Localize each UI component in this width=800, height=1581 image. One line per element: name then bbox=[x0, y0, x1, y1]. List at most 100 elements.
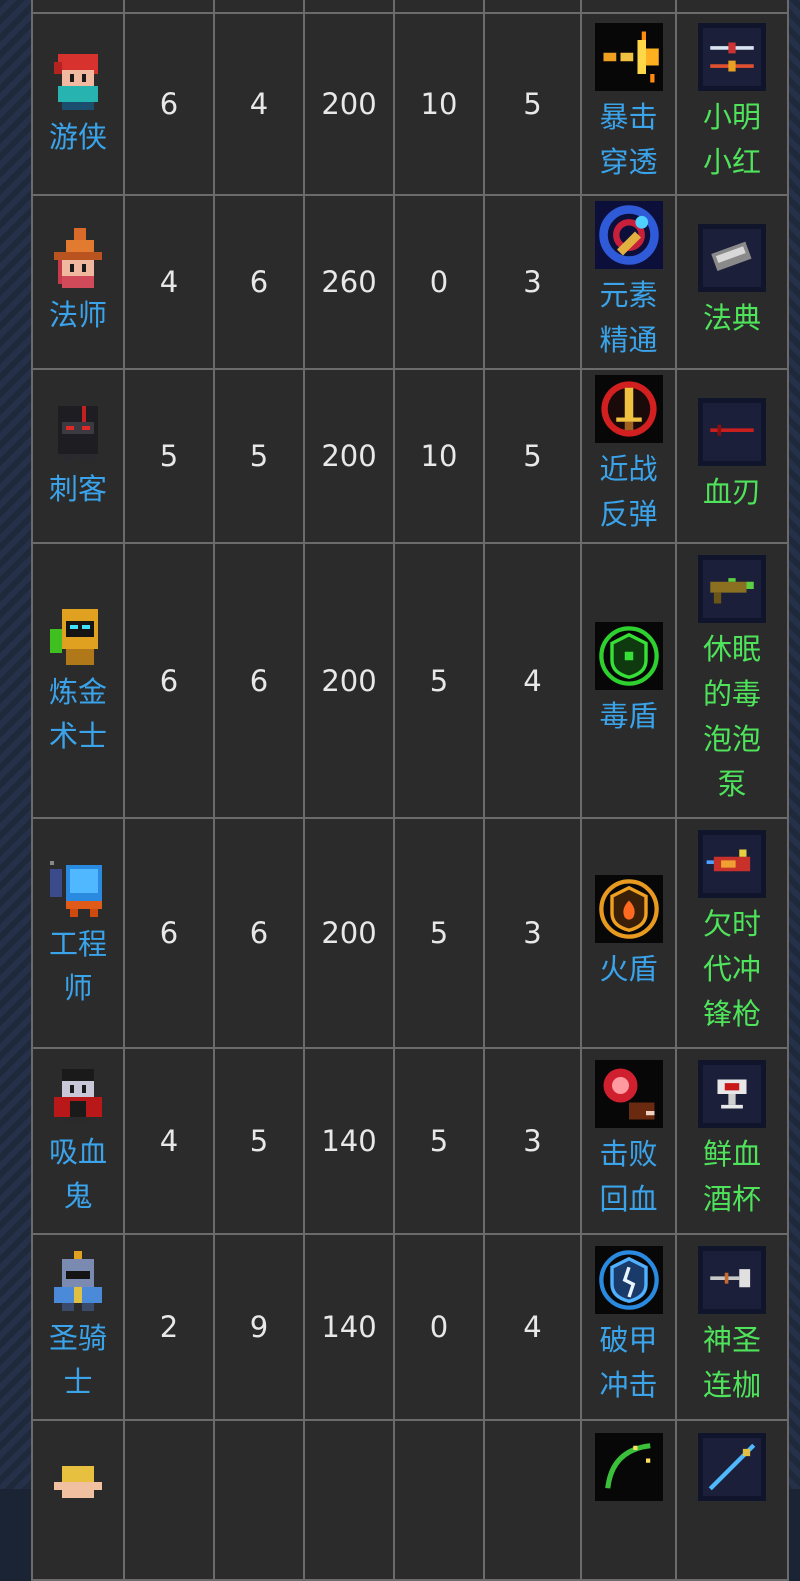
skill-cell[interactable]: 火盾 bbox=[580, 817, 677, 1049]
armor-break-icon bbox=[594, 1246, 663, 1314]
weapon-cell[interactable] bbox=[675, 1419, 789, 1581]
stat-cell: 6 bbox=[123, 542, 215, 819]
stat-cell: 3 bbox=[483, 194, 582, 370]
stat-cell: 5 bbox=[393, 817, 485, 1049]
frame-left-pattern bbox=[0, 0, 32, 1489]
table-row: 游侠 6 4 200 10 5 暴击穿透 小明小红 bbox=[31, 12, 789, 196]
table-row bbox=[31, 0, 789, 14]
stat-cell: 5 bbox=[393, 1047, 485, 1235]
skill-name: 破甲冲击 bbox=[599, 1323, 658, 1402]
skill-cell[interactable]: 近战反弹 bbox=[580, 368, 677, 544]
paladin-icon bbox=[54, 1251, 102, 1311]
stat-cell bbox=[483, 1419, 582, 1581]
hero-name: 法师 bbox=[48, 298, 107, 332]
skill-cell[interactable]: 暴击穿透 bbox=[580, 12, 677, 196]
weapon-cell[interactable]: 休眠的毒泡泡泵 bbox=[675, 542, 789, 819]
weapon-name: 神圣连枷 bbox=[702, 1323, 761, 1402]
stat-cell: 5 bbox=[213, 1047, 305, 1235]
weapon-cell[interactable]: 小明小红 bbox=[675, 12, 789, 196]
stat-cell: 6 bbox=[123, 817, 215, 1049]
stat-cell: 200 bbox=[303, 12, 395, 196]
twin-crossbow-icon bbox=[698, 23, 766, 91]
blood-orb-icon bbox=[594, 1060, 663, 1128]
stat-cell: 140 bbox=[303, 1047, 395, 1235]
hero-name: 炼金术士 bbox=[48, 674, 107, 753]
stat-cell: 6 bbox=[213, 194, 305, 370]
stat-cell: 4 bbox=[483, 542, 582, 819]
hero-cell[interactable] bbox=[31, 1419, 125, 1581]
hero-cell[interactable]: 刺客 bbox=[31, 368, 125, 544]
crit-spark-icon bbox=[594, 23, 663, 91]
staff-icon bbox=[698, 1433, 766, 1501]
stat-cell: 9 bbox=[213, 1233, 305, 1421]
stat-cell: 5 bbox=[483, 12, 582, 196]
hero-name: 工程师 bbox=[48, 927, 107, 1005]
stat-cell: 200 bbox=[303, 542, 395, 819]
stat-cell: 4 bbox=[483, 1233, 582, 1421]
assassin-icon bbox=[58, 406, 98, 462]
table-row bbox=[31, 1419, 789, 1581]
skill-cell[interactable]: 击败回血 bbox=[580, 1047, 677, 1235]
skill-cell[interactable]: 毒盾 bbox=[580, 542, 677, 819]
stat-cell: 2 bbox=[123, 1233, 215, 1421]
skill-name: 元素精通 bbox=[599, 278, 658, 357]
stat-cell: 3 bbox=[483, 817, 582, 1049]
hero-cell[interactable]: 法师 bbox=[31, 194, 125, 370]
bow-icon bbox=[594, 1433, 663, 1501]
weapon-cell[interactable]: 神圣连枷 bbox=[675, 1233, 789, 1421]
wizard-icon bbox=[54, 228, 102, 288]
table-row: 刺客 5 5 200 10 5 近战反弹 血刃 bbox=[31, 368, 789, 544]
stat-cell: 3 bbox=[483, 1047, 582, 1235]
stat-cell: 4 bbox=[123, 1047, 215, 1235]
stat-cell: 0 bbox=[393, 1233, 485, 1421]
table-row: 吸血鬼 4 5 140 5 3 击败回血 鲜血酒杯 bbox=[31, 1047, 789, 1235]
hero-name: 游侠 bbox=[48, 120, 107, 154]
bubble-pump-icon bbox=[698, 554, 766, 623]
hero-cell[interactable]: 游侠 bbox=[31, 12, 125, 196]
stat-cell bbox=[213, 1419, 305, 1581]
table-row: 炼金术士 6 6 200 5 4 毒盾 休眠的毒泡泡泵 bbox=[31, 542, 789, 819]
skill-name: 火盾 bbox=[599, 951, 658, 986]
weapon-name: 欠时代冲锋枪 bbox=[702, 906, 761, 1031]
hero-name: 刺客 bbox=[48, 472, 107, 506]
stat-cell: 5 bbox=[483, 368, 582, 544]
weapon-cell[interactable]: 法典 bbox=[675, 194, 789, 370]
skill-cell[interactable]: 元素精通 bbox=[580, 194, 677, 370]
hero-cell[interactable]: 圣骑士 bbox=[31, 1233, 125, 1421]
table-row: 法师 4 6 260 0 3 元素精通 法典 bbox=[31, 194, 789, 370]
weapon-name: 鲜血酒杯 bbox=[702, 1137, 761, 1216]
skill-name: 近战反弹 bbox=[599, 452, 658, 531]
engineer-icon bbox=[50, 861, 102, 917]
skill-cell[interactable] bbox=[580, 1419, 677, 1581]
stat-cell: 10 bbox=[393, 368, 485, 544]
hero-cell[interactable]: 吸血鬼 bbox=[31, 1047, 125, 1235]
stat-cell: 5 bbox=[393, 542, 485, 819]
skill-name: 暴击穿透 bbox=[599, 100, 658, 179]
stat-cell bbox=[393, 1419, 485, 1581]
stat-cell: 4 bbox=[123, 194, 215, 370]
stat-cell: 6 bbox=[213, 542, 305, 819]
poison-shield-icon bbox=[594, 622, 663, 690]
vampire-icon bbox=[54, 1069, 102, 1125]
hero-cell[interactable]: 工程师 bbox=[31, 817, 125, 1049]
spellbook-icon bbox=[698, 223, 766, 292]
weapon-cell[interactable]: 鲜血酒杯 bbox=[675, 1047, 789, 1235]
hero-cell[interactable]: 炼金术士 bbox=[31, 542, 125, 819]
blood-blade-icon bbox=[698, 397, 766, 466]
stat-cell: 5 bbox=[213, 368, 305, 544]
weapon-cell[interactable]: 血刃 bbox=[675, 368, 789, 544]
hero-name: 圣骑士 bbox=[48, 1321, 107, 1399]
sword-reflect-icon bbox=[594, 375, 663, 443]
skill-cell[interactable]: 破甲冲击 bbox=[580, 1233, 677, 1421]
skill-name: 毒盾 bbox=[599, 699, 658, 733]
elf-icon bbox=[54, 1466, 102, 1498]
holy-flail-icon bbox=[698, 1246, 766, 1314]
stat-cell: 6 bbox=[213, 817, 305, 1049]
weapon-name: 小明小红 bbox=[702, 100, 761, 179]
stat-cell: 140 bbox=[303, 1233, 395, 1421]
fire-shield-icon bbox=[594, 874, 663, 943]
hero-stats-table: 游侠 6 4 200 10 5 暴击穿透 小明小红 法师 4 6 260 0 3… bbox=[31, 0, 789, 1581]
weapon-cell[interactable]: 欠时代冲锋枪 bbox=[675, 817, 789, 1049]
weapon-name: 休眠的毒泡泡泵 bbox=[702, 631, 761, 801]
stat-cell: 260 bbox=[303, 194, 395, 370]
